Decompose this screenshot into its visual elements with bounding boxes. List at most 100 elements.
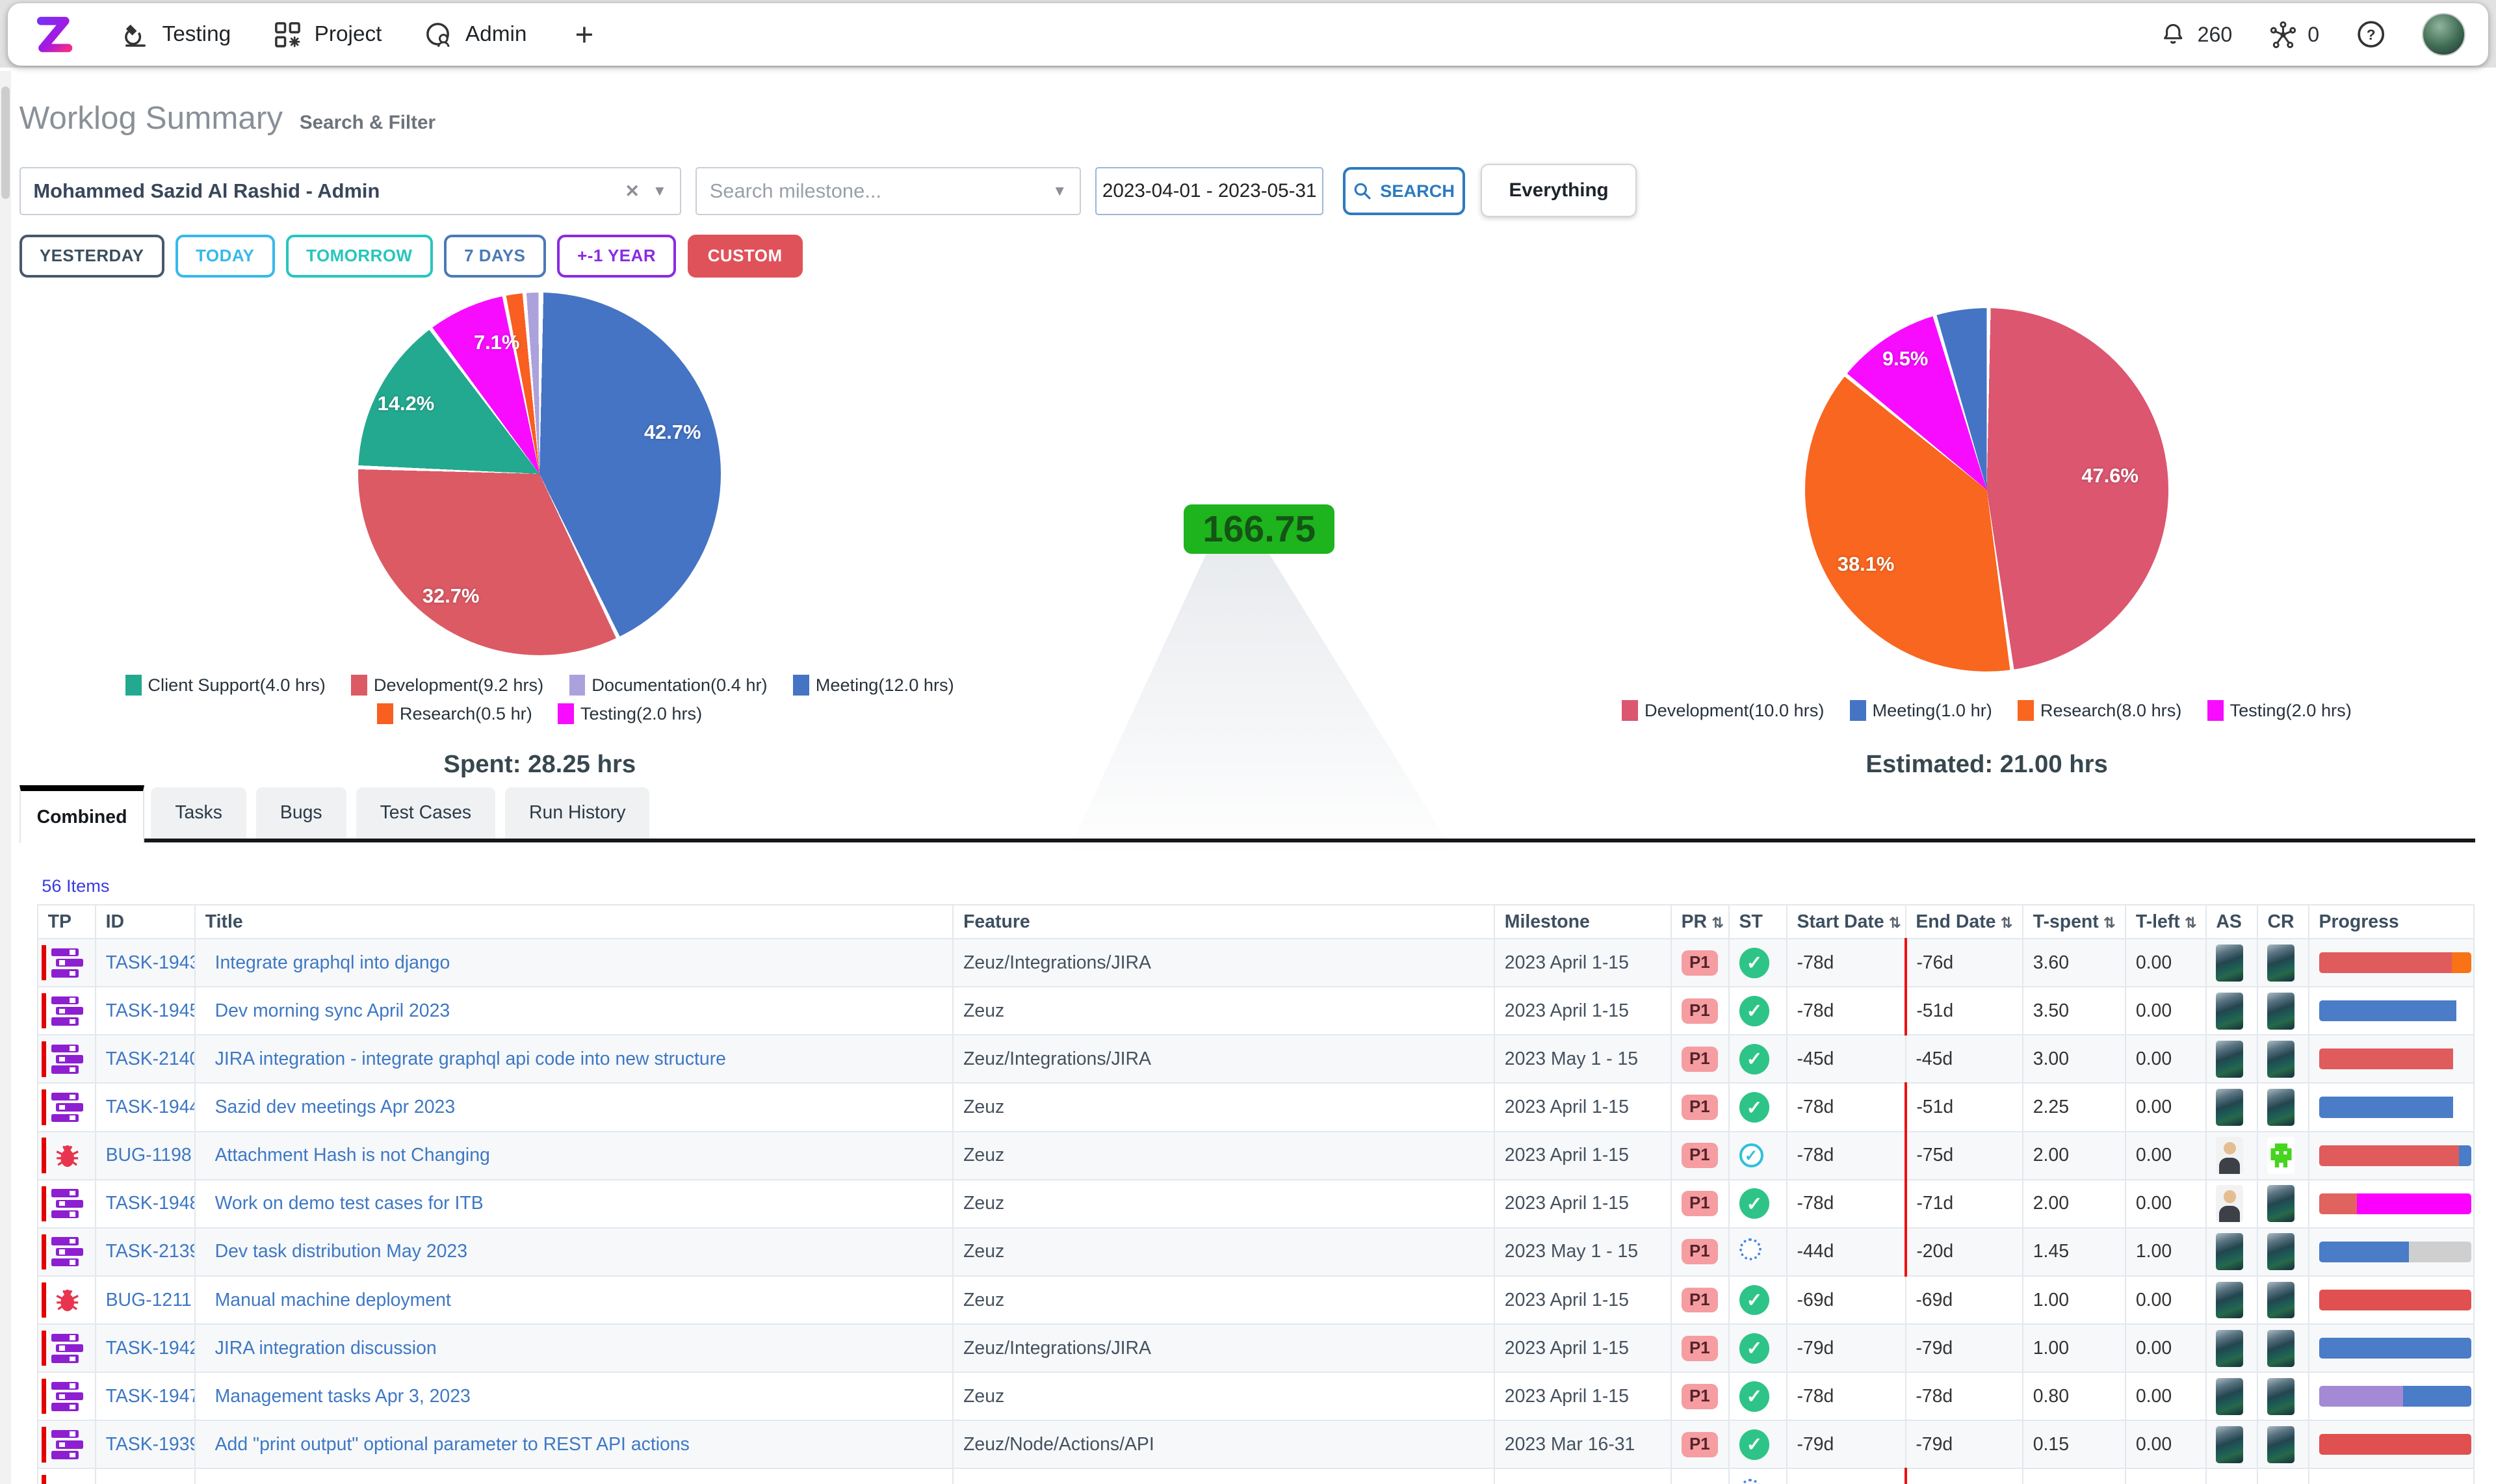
assignee-avatar[interactable]: [2216, 1233, 2244, 1271]
column-header-sd[interactable]: Start Date ⇅: [1786, 904, 1906, 940]
chevron-down-icon[interactable]: ▼: [1052, 183, 1067, 200]
creator-avatar[interactable]: [2267, 1089, 2295, 1126]
table-row[interactable]: [36, 1468, 2475, 1484]
legend-item[interactable]: Testing(2.0 hrs): [2207, 700, 2352, 722]
creator-avatar[interactable]: [2267, 1185, 2295, 1223]
nav-add-button[interactable]: +: [569, 16, 601, 53]
column-header-pr[interactable]: PR ⇅: [1670, 904, 1730, 940]
column-header-ts[interactable]: T-spent ⇅: [2022, 904, 2127, 940]
chevron-down-icon[interactable]: ▼: [653, 183, 667, 200]
assignee-avatar[interactable]: [2216, 1089, 2244, 1126]
item-id-link[interactable]: TASK-2139: [106, 1241, 194, 1262]
automation-button[interactable]: 0: [2268, 20, 2319, 50]
item-id-link[interactable]: TASK-1944: [106, 1097, 194, 1117]
assignee-avatar[interactable]: [2216, 1137, 2244, 1175]
help-icon[interactable]: ?: [2355, 18, 2387, 50]
item-title-link[interactable]: Dev task distribution May 2023: [215, 1241, 467, 1262]
table-row[interactable]: TASK-1944 Sazid dev meetings Apr 2023 Zeuz…: [36, 1082, 2475, 1132]
column-header-tl[interactable]: T-left ⇅: [2125, 904, 2207, 940]
assignee-avatar[interactable]: [2216, 1425, 2244, 1463]
item-title-link[interactable]: Manual machine deployment: [215, 1290, 451, 1310]
item-title-link[interactable]: Integrate graphql into django: [215, 952, 450, 973]
legend-item[interactable]: Meeting(12.0 hrs): [793, 674, 954, 696]
tab-combined[interactable]: Combined: [19, 785, 145, 844]
date-range-input[interactable]: 2023-04-01 - 2023-05-31: [1095, 166, 1324, 216]
range-year-button[interactable]: +-1 YEAR: [556, 234, 677, 278]
item-id-link[interactable]: TASK-1939: [106, 1434, 194, 1455]
range-today-button[interactable]: TODAY: [175, 234, 275, 278]
table-row[interactable]: TASK-2139 Dev task distribution May 2023 Z…: [36, 1227, 2475, 1277]
nav-item-testing[interactable]: Testing: [120, 20, 231, 50]
column-header-ed[interactable]: End Date ⇅: [1904, 904, 2023, 940]
assignee-avatar[interactable]: [2216, 1281, 2244, 1319]
nav-item-project[interactable]: Project: [272, 20, 382, 50]
item-title-link[interactable]: JIRA integration discussion: [215, 1338, 437, 1359]
user-avatar[interactable]: [2422, 12, 2465, 57]
assignee-avatar[interactable]: [2216, 992, 2244, 1030]
everything-button[interactable]: Everything: [1481, 164, 1637, 217]
tab-tasks[interactable]: Tasks: [151, 787, 247, 839]
item-title-link[interactable]: JIRA integration - integrate graphql api…: [215, 1048, 726, 1069]
table-row[interactable]: BUG-1198 Attachment Hash is not Changing Z…: [36, 1130, 2475, 1180]
left-scrollbar[interactable]: [0, 70, 12, 1484]
search-button[interactable]: SEARCH: [1342, 166, 1465, 216]
sort-icon[interactable]: ⇅: [2103, 915, 2116, 931]
item-title-link[interactable]: Attachment Hash is not Changing: [215, 1145, 490, 1165]
table-row[interactable]: TASK-1945 Dev morning sync April 2023 Zeuz…: [36, 986, 2475, 1036]
item-id-link[interactable]: TASK-2140: [106, 1048, 194, 1069]
item-id-link[interactable]: TASK-1943: [106, 952, 194, 973]
item-id-link[interactable]: TASK-1948: [106, 1193, 194, 1214]
creator-avatar[interactable]: [2267, 992, 2295, 1030]
sort-icon[interactable]: ⇅: [1711, 915, 1724, 931]
user-select[interactable]: Mohammed Sazid Al Rashid - Admin ✕ ▼: [19, 166, 681, 216]
estimated-pie-chart[interactable]: 47.6% 38.1% 9.5%: [1805, 308, 2168, 671]
sort-icon[interactable]: ⇅: [2001, 915, 2013, 931]
tab-run-history[interactable]: Run History: [504, 787, 650, 839]
legend-item[interactable]: Development(10.0 hrs): [1622, 700, 1824, 722]
item-id-link[interactable]: TASK-1947: [106, 1386, 194, 1407]
item-title-link[interactable]: Add "print output" optional parameter to…: [215, 1434, 690, 1455]
milestone-select[interactable]: Search milestone... ▼: [695, 166, 1081, 216]
range-7days-button[interactable]: 7 DAYS: [443, 234, 546, 278]
table-row[interactable]: BUG-1211 Manual machine deployment Zeuz 202…: [36, 1275, 2475, 1325]
legend-item[interactable]: Client Support(4.0 hrs): [125, 674, 326, 696]
zeuz-logo[interactable]: [31, 10, 79, 59]
item-title-link[interactable]: Work on demo test cases for ITB: [215, 1193, 484, 1214]
spent-pie-chart[interactable]: 42.7% 32.7% 14.2% 7.1%: [358, 292, 722, 656]
assignee-avatar[interactable]: [2216, 1040, 2244, 1078]
table-row[interactable]: TASK-2140 JIRA integration - integrate gr…: [36, 1034, 2475, 1084]
assignee-avatar[interactable]: [2216, 1377, 2244, 1415]
legend-item[interactable]: Documentation(0.4 hr): [569, 674, 768, 696]
item-id-link[interactable]: TASK-1942: [106, 1338, 194, 1359]
tab-bugs[interactable]: Bugs: [255, 787, 346, 839]
creator-avatar[interactable]: [2267, 1040, 2295, 1078]
nav-item-admin[interactable]: Admin: [424, 20, 526, 50]
legend-item[interactable]: Testing(2.0 hrs): [558, 703, 702, 725]
creator-avatar[interactable]: [2267, 1425, 2295, 1463]
item-id-link[interactable]: TASK-1945: [106, 1000, 194, 1021]
item-title-link[interactable]: Dev morning sync April 2023: [215, 1000, 450, 1021]
table-row[interactable]: TASK-1942 JIRA integration discussion Zeuz…: [36, 1323, 2475, 1373]
table-row[interactable]: TASK-1943 Integrate graphql into django Ze…: [36, 938, 2475, 988]
table-row[interactable]: TASK-1948 Work on demo test cases for ITB…: [36, 1178, 2475, 1229]
table-row[interactable]: TASK-1939 Add "print output" optional par…: [36, 1420, 2475, 1470]
item-title-link[interactable]: Management tasks Apr 3, 2023: [215, 1386, 471, 1407]
assignee-avatar[interactable]: [2216, 1329, 2244, 1367]
creator-avatar[interactable]: [2267, 944, 2295, 982]
creator-avatar[interactable]: [2267, 1377, 2295, 1415]
item-id-link[interactable]: BUG-1211: [106, 1290, 192, 1310]
creator-avatar[interactable]: [2267, 1137, 2295, 1175]
creator-avatar[interactable]: [2267, 1281, 2295, 1319]
sort-icon[interactable]: ⇅: [1889, 915, 1901, 931]
legend-item[interactable]: Research(8.0 hrs): [2018, 700, 2181, 722]
creator-avatar[interactable]: [2267, 1233, 2295, 1271]
scrollbar-thumb[interactable]: [1, 86, 10, 200]
notifications-button[interactable]: 260: [2159, 20, 2232, 49]
clear-user-icon[interactable]: ✕: [612, 181, 653, 202]
legend-item[interactable]: Research(0.5 hr): [377, 703, 532, 725]
range-custom-button[interactable]: CUSTOM: [687, 234, 803, 278]
assignee-avatar[interactable]: [2216, 944, 2244, 982]
table-row[interactable]: TASK-1947 Management tasks Apr 3, 2023 Zeu…: [36, 1372, 2475, 1422]
sort-icon[interactable]: ⇅: [2185, 915, 2197, 931]
item-id-link[interactable]: BUG-1198: [106, 1145, 192, 1165]
